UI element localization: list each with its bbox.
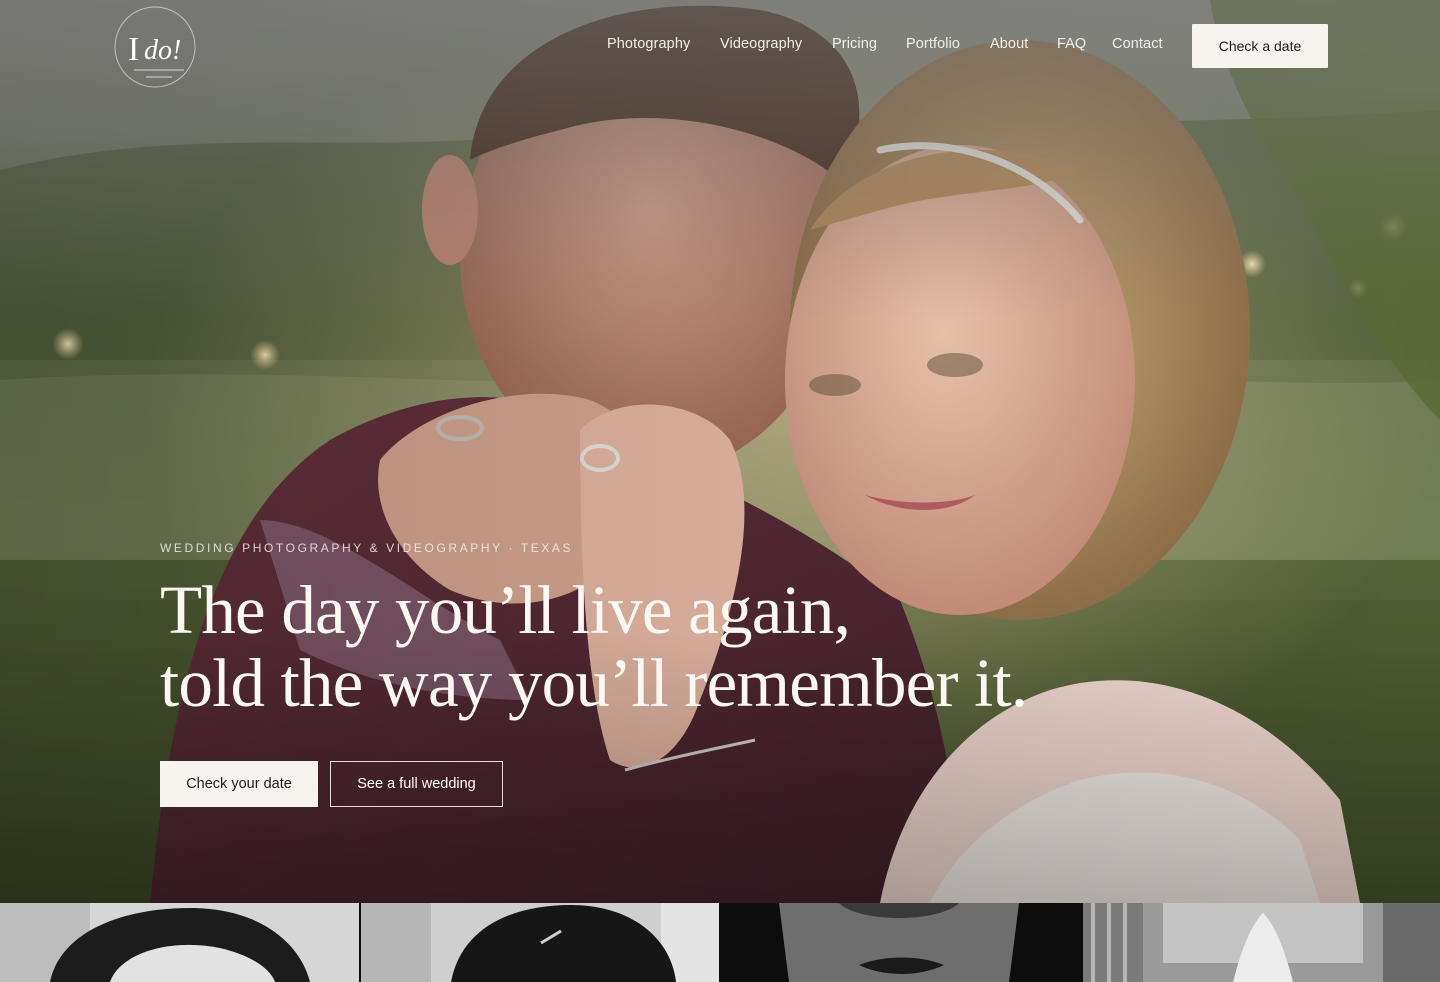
nav-pricing[interactable]: Pricing bbox=[832, 36, 877, 52]
nav-faq[interactable]: FAQ bbox=[1057, 36, 1086, 52]
svg-text:I: I bbox=[128, 31, 139, 68]
gallery-tile-1[interactable] bbox=[0, 903, 359, 982]
hero-headline: The day you’ll live again, told the way … bbox=[160, 574, 1160, 720]
see-full-wedding-button[interactable]: See a full wedding bbox=[330, 761, 503, 807]
nav-videography[interactable]: Videography bbox=[720, 36, 802, 52]
nav-contact[interactable]: Contact bbox=[1112, 36, 1163, 52]
gallery-tile-4[interactable] bbox=[1083, 903, 1440, 982]
check-your-date-button[interactable]: Check your date bbox=[160, 761, 318, 807]
headline-line-2: told the way you’ll remember it. bbox=[160, 645, 1028, 721]
nav-portfolio[interactable]: Portfolio bbox=[906, 36, 960, 52]
gallery-tile-2[interactable] bbox=[361, 903, 719, 982]
nav-photography[interactable]: Photography bbox=[607, 36, 690, 52]
hero-kicker: WEDDING PHOTOGRAPHY & VIDEOGRAPHY · TEXA… bbox=[160, 541, 574, 555]
headline-line-1: The day you’ll live again, bbox=[160, 572, 851, 648]
gallery-strip bbox=[0, 903, 1440, 982]
brand-logo[interactable]: I do! bbox=[112, 4, 200, 88]
gallery-tile-3[interactable] bbox=[719, 903, 1083, 982]
site-header: I do! Photography Videography Pricing Po… bbox=[0, 0, 1440, 92]
check-a-date-button[interactable]: Check a date bbox=[1192, 24, 1328, 68]
svg-text:do!: do! bbox=[144, 35, 181, 66]
hero-section: I do! Photography Videography Pricing Po… bbox=[0, 0, 1440, 903]
nav-about[interactable]: About bbox=[990, 36, 1028, 52]
